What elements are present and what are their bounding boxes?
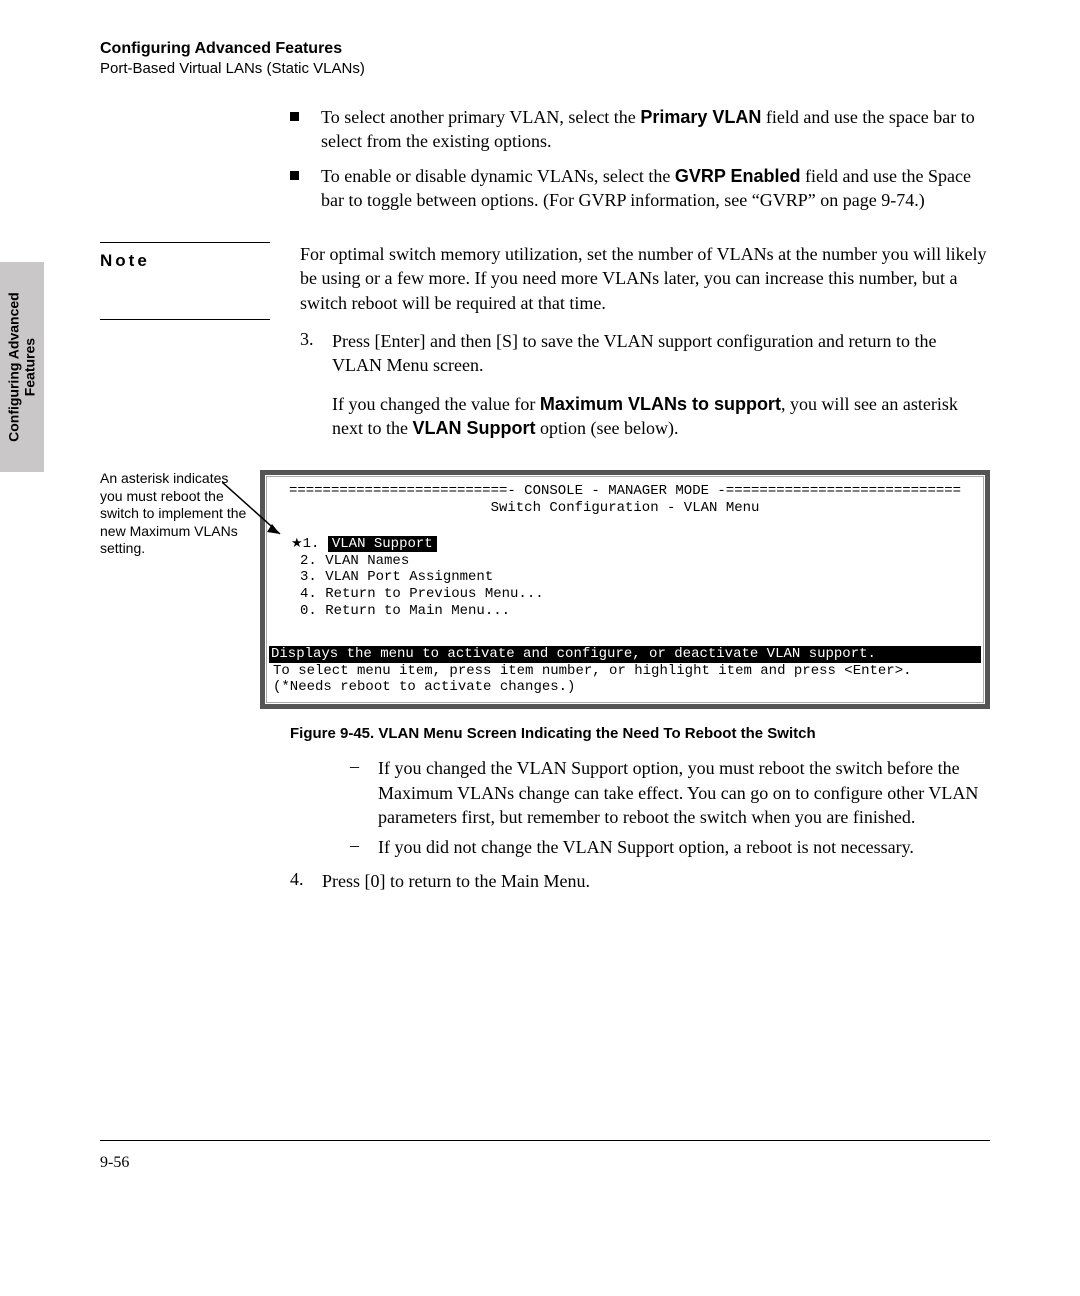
footer-rule — [100, 1140, 990, 1141]
console-header: ==========================- CONSOLE - MA… — [273, 483, 977, 500]
page: Configuring Advanced Features Port-Based… — [0, 0, 1080, 894]
running-header: Configuring Advanced Features Port-Based… — [100, 40, 990, 77]
bullet-item: To enable or disable dynamic VLANs, sele… — [290, 164, 990, 213]
section-title: Port-Based Virtual LANs (Static VLANs) — [100, 60, 990, 77]
step-number: 4. — [290, 869, 322, 893]
note-block: Note For optimal switch memory utilizati… — [100, 242, 990, 440]
step-number: 3. — [300, 329, 332, 440]
square-bullet-icon — [290, 171, 299, 180]
menu-item-2: 2. VLAN Names — [300, 553, 977, 570]
console-description: Displays the menu to activate and config… — [269, 646, 981, 663]
bullet-text: To enable or disable dynamic VLANs, sele… — [321, 164, 990, 213]
step-3: 3. Press [Enter] and then [S] to save th… — [300, 329, 990, 440]
step-body: Press [0] to return to the Main Menu. — [322, 869, 990, 893]
console-box: ==========================- CONSOLE - MA… — [260, 470, 990, 709]
menu-item-4: 4. Return to Previous Menu... — [300, 586, 977, 603]
console-help-2: (*Needs reboot to activate changes.) — [273, 679, 977, 696]
console-subtitle: Switch Configuration - VLAN Menu — [273, 500, 977, 517]
dash-bullet: – — [350, 756, 378, 829]
console-menu: ★1. VLAN Support 2. VLAN Names 3. VLAN P… — [291, 535, 977, 620]
dash-text: If you did not change the VLAN Support o… — [378, 835, 914, 859]
note-body: For optimal switch memory utilization, s… — [300, 242, 990, 315]
console-help-1: To select menu item, press item number, … — [273, 663, 977, 680]
menu-item-0: 0. Return to Main Menu... — [300, 603, 977, 620]
step-body: Press [Enter] and then [S] to save the V… — [332, 329, 990, 440]
dash-item: – If you did not change the VLAN Support… — [350, 835, 990, 859]
console-screenshot: ==========================- CONSOLE - MA… — [260, 470, 990, 709]
bullet-item: To select another primary VLAN, select t… — [290, 105, 990, 154]
figure-row: An asterisk indicates you must reboot th… — [100, 470, 990, 709]
note-label: Note — [100, 251, 290, 271]
menu-item-1: ★1. VLAN Support — [291, 535, 977, 553]
page-number: 9-56 — [100, 1154, 129, 1172]
note-rule-bottom — [100, 319, 270, 320]
note-rule-top — [100, 242, 270, 243]
dash-bullet: – — [350, 835, 378, 859]
dash-text: If you changed the VLAN Support option, … — [378, 756, 990, 829]
figure-caption: Figure 9-45. VLAN Menu Screen Indicating… — [290, 725, 990, 742]
note-label-column: Note — [100, 242, 300, 440]
dash-item: – If you changed the VLAN Support option… — [350, 756, 990, 829]
bullet-text: To select another primary VLAN, select t… — [321, 105, 990, 154]
menu-item-3: 3. VLAN Port Assignment — [300, 569, 977, 586]
step-4: 4. Press [0] to return to the Main Menu. — [290, 869, 990, 893]
square-bullet-icon — [290, 112, 299, 121]
body-content: To select another primary VLAN, select t… — [290, 105, 990, 212]
dash-list: – If you changed the VLAN Support option… — [290, 756, 990, 859]
chapter-title: Configuring Advanced Features — [100, 40, 990, 58]
arrow-icon — [222, 482, 292, 552]
